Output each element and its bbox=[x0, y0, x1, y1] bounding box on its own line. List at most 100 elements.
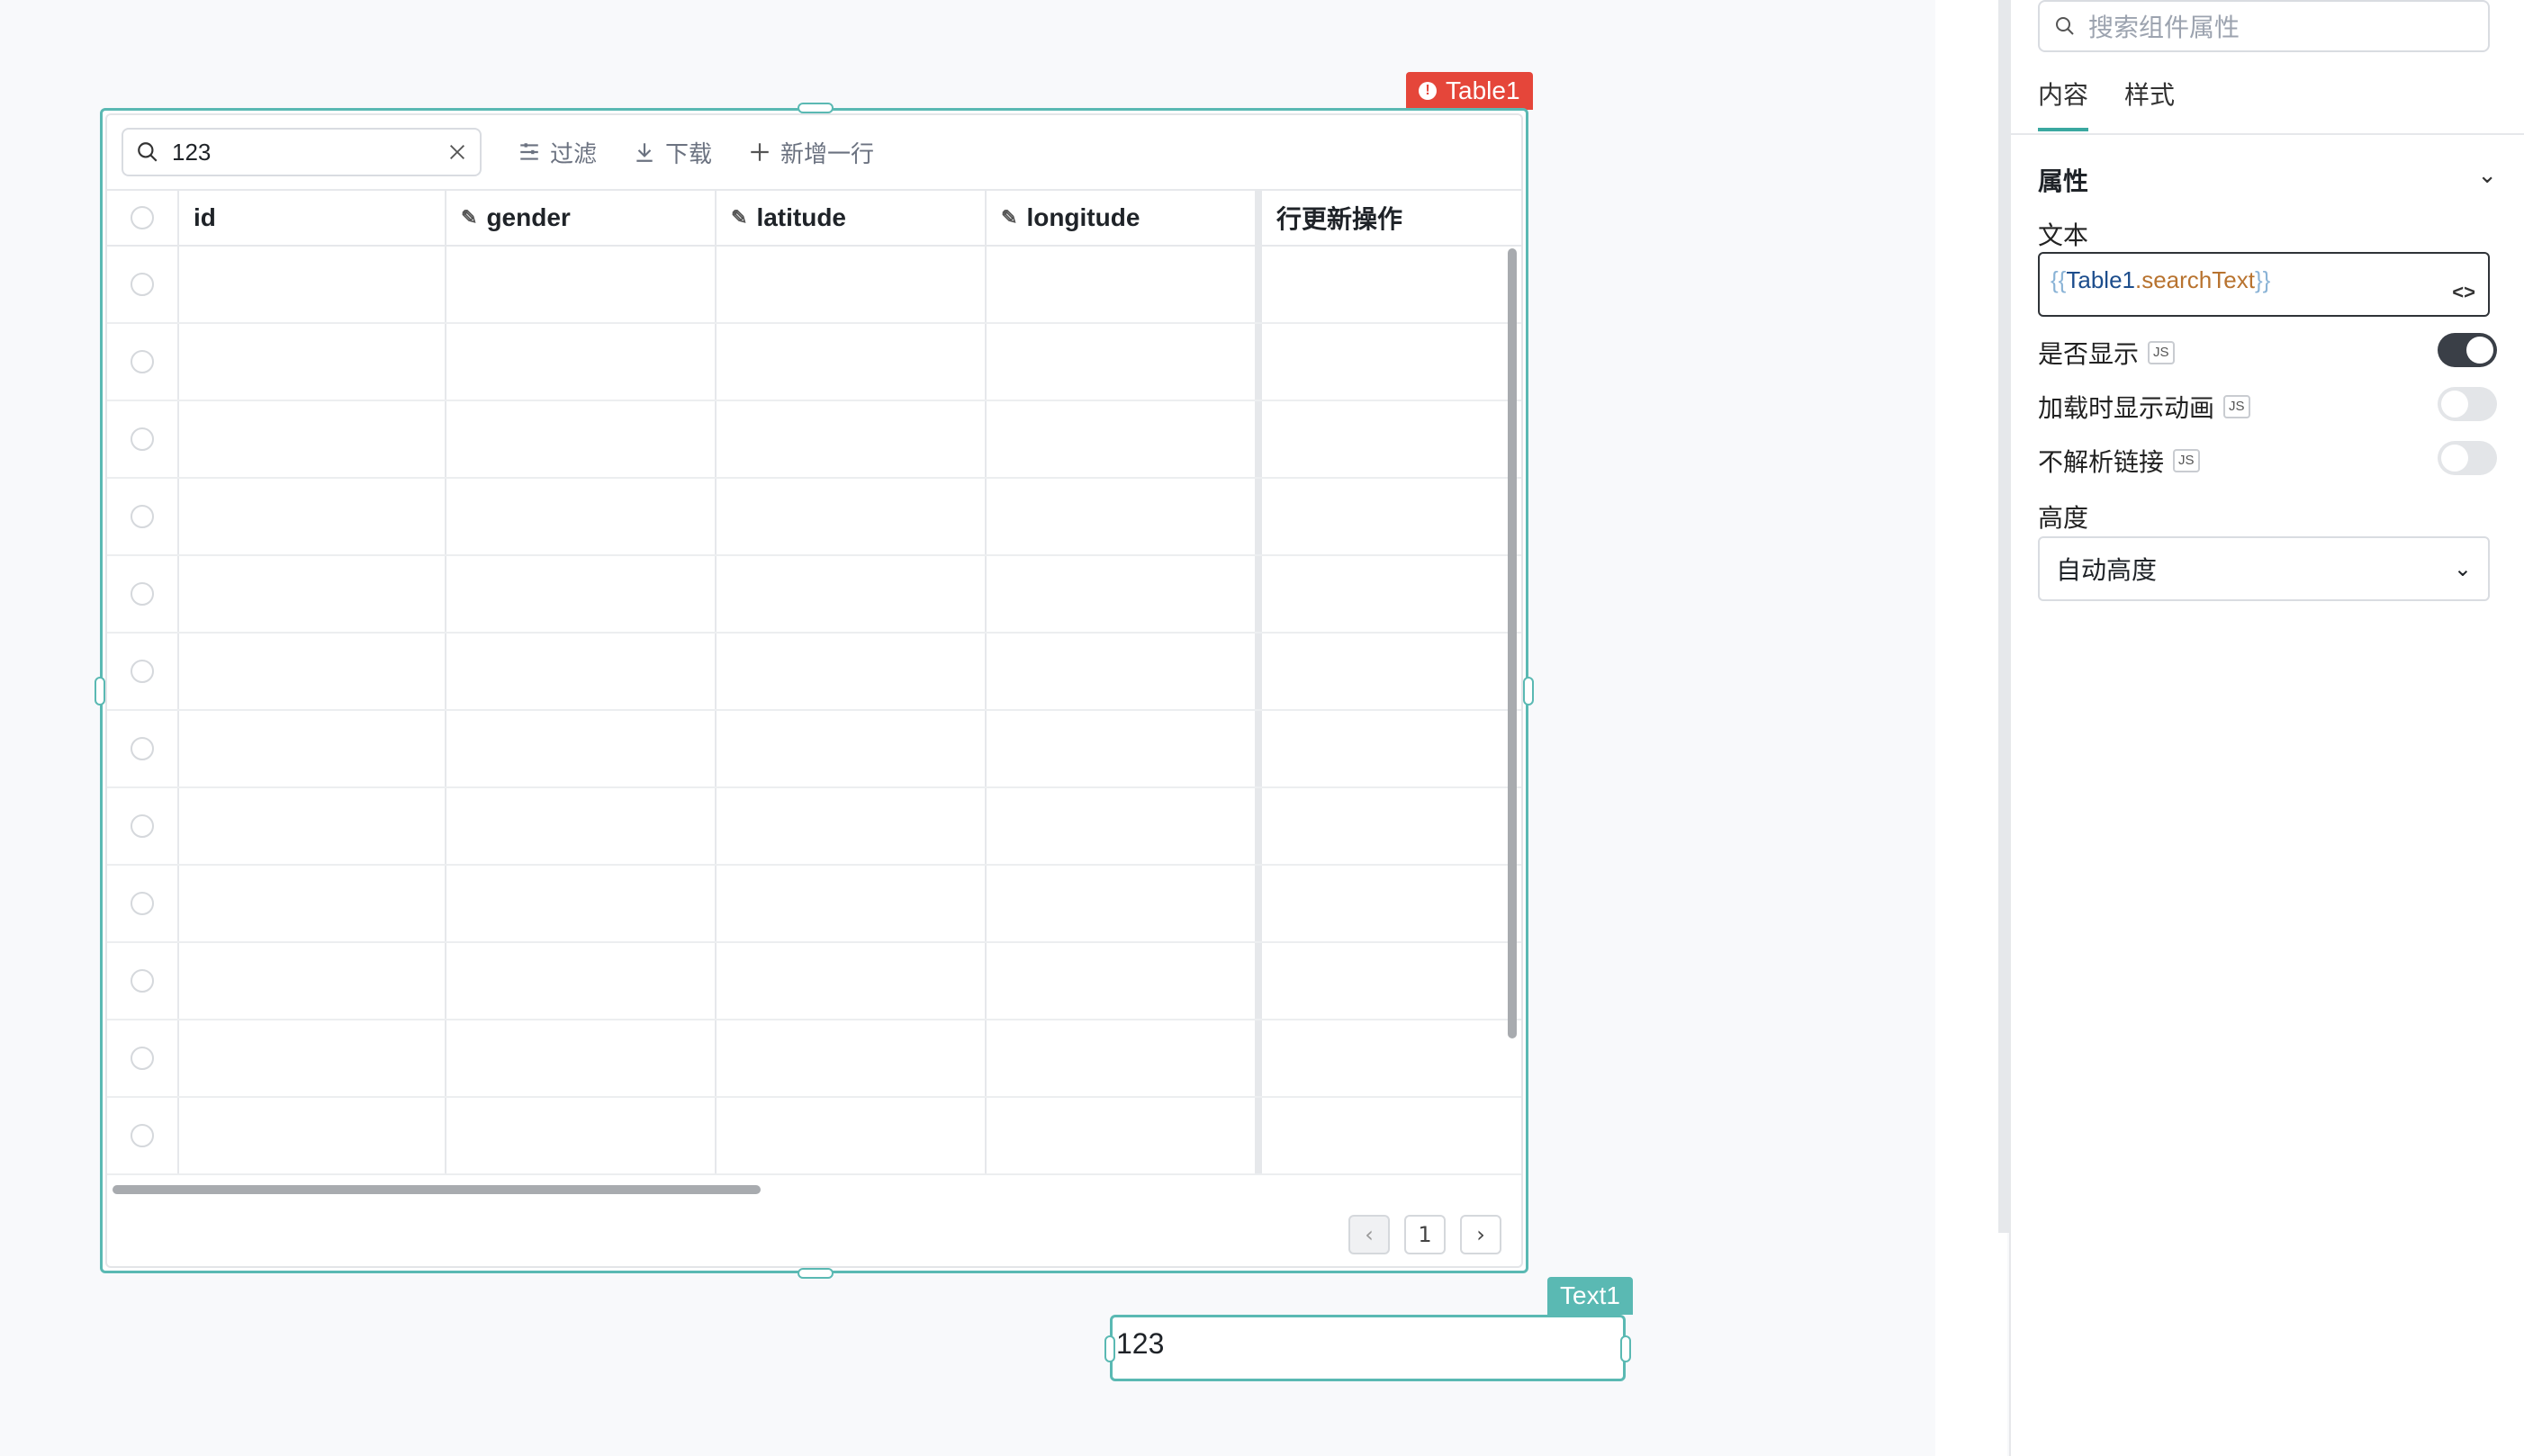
table-cell[interactable] bbox=[987, 1020, 1257, 1096]
row-select[interactable] bbox=[107, 556, 179, 632]
row-checkbox[interactable] bbox=[131, 505, 154, 528]
table-row[interactable] bbox=[107, 247, 1521, 324]
table-cell[interactable] bbox=[179, 1098, 446, 1173]
row-checkbox[interactable] bbox=[131, 660, 154, 683]
table-row[interactable] bbox=[107, 634, 1521, 711]
table-cell[interactable] bbox=[446, 788, 717, 864]
js-badge[interactable]: JS bbox=[2223, 395, 2250, 418]
row-checkbox[interactable] bbox=[131, 273, 154, 296]
table1-tag[interactable]: ! Table1 bbox=[1406, 72, 1533, 110]
row-select[interactable] bbox=[107, 1098, 179, 1173]
column-header-latitude[interactable]: ✎ latitude bbox=[717, 191, 987, 245]
table-row[interactable] bbox=[107, 401, 1521, 479]
table-cell[interactable] bbox=[987, 556, 1257, 632]
table-cell[interactable] bbox=[179, 479, 446, 554]
row-select[interactable] bbox=[107, 943, 179, 1019]
table-cell[interactable] bbox=[717, 1098, 987, 1173]
table-cell[interactable] bbox=[179, 788, 446, 864]
row-select[interactable] bbox=[107, 634, 179, 709]
text1-tag[interactable]: Text1 bbox=[1547, 1277, 1633, 1315]
table-cell[interactable] bbox=[717, 866, 987, 941]
table-cell[interactable] bbox=[717, 401, 987, 477]
vertical-scrollbar[interactable] bbox=[1508, 248, 1517, 1038]
table-cell[interactable] bbox=[1257, 943, 1521, 1019]
table-cell[interactable] bbox=[717, 247, 987, 322]
table-cell[interactable] bbox=[987, 788, 1257, 864]
table-cell[interactable] bbox=[446, 247, 717, 322]
table-cell[interactable] bbox=[179, 324, 446, 400]
table-cell[interactable] bbox=[987, 1098, 1257, 1173]
table-cell[interactable] bbox=[987, 943, 1257, 1019]
table-cell[interactable] bbox=[1257, 401, 1521, 477]
text1-selection-frame[interactable] bbox=[1110, 1315, 1626, 1381]
table-cell[interactable] bbox=[717, 1020, 987, 1096]
table-cell[interactable] bbox=[987, 479, 1257, 554]
table-cell[interactable] bbox=[987, 634, 1257, 709]
filter-button[interactable]: 过滤 bbox=[518, 136, 597, 169]
table-row[interactable] bbox=[107, 1020, 1521, 1098]
table-cell[interactable] bbox=[1257, 866, 1521, 941]
download-button[interactable]: 下载 bbox=[633, 136, 712, 169]
column-header-longitude[interactable]: ✎ longitude bbox=[987, 191, 1257, 245]
resize-handle-right[interactable] bbox=[1523, 677, 1534, 706]
table-row[interactable] bbox=[107, 479, 1521, 556]
resize-handle-right[interactable] bbox=[1620, 1335, 1631, 1362]
select-all-checkbox[interactable] bbox=[131, 206, 154, 229]
table-cell[interactable] bbox=[1257, 479, 1521, 554]
row-select[interactable] bbox=[107, 788, 179, 864]
table-cell[interactable] bbox=[1257, 247, 1521, 322]
table-cell[interactable] bbox=[446, 866, 717, 941]
table-cell[interactable] bbox=[446, 634, 717, 709]
add-row-button[interactable]: 新增一行 bbox=[748, 136, 874, 169]
row-select[interactable] bbox=[107, 711, 179, 786]
section-title-properties[interactable]: 属性 bbox=[2038, 162, 2088, 198]
resize-handle-left[interactable] bbox=[95, 677, 105, 706]
no-parse-links-toggle[interactable] bbox=[2438, 441, 2497, 475]
table-cell[interactable] bbox=[717, 324, 987, 400]
table-row[interactable] bbox=[107, 943, 1521, 1020]
row-select[interactable] bbox=[107, 479, 179, 554]
table-cell[interactable] bbox=[446, 401, 717, 477]
visible-toggle[interactable] bbox=[2438, 333, 2497, 367]
prev-page-button[interactable]: ‹ bbox=[1348, 1215, 1390, 1254]
row-select[interactable] bbox=[107, 324, 179, 400]
table-cell[interactable] bbox=[1257, 634, 1521, 709]
table-cell[interactable] bbox=[717, 634, 987, 709]
table-cell[interactable] bbox=[179, 943, 446, 1019]
table-cell[interactable] bbox=[717, 556, 987, 632]
chevron-down-icon[interactable]: ⌄ bbox=[2477, 162, 2497, 189]
table-cell[interactable] bbox=[717, 479, 987, 554]
js-badge[interactable]: JS bbox=[2173, 449, 2200, 472]
table-cell[interactable] bbox=[717, 711, 987, 786]
column-header-gender[interactable]: ✎ gender bbox=[446, 191, 717, 245]
table-row[interactable] bbox=[107, 324, 1521, 401]
property-search-input[interactable]: 搜索组件属性 bbox=[2038, 0, 2490, 52]
table-cell[interactable] bbox=[1257, 556, 1521, 632]
clear-icon[interactable] bbox=[447, 142, 467, 162]
text-code-input[interactable]: {{Table1.searchText}} <> bbox=[2038, 252, 2490, 317]
row-checkbox[interactable] bbox=[131, 892, 154, 915]
horizontal-scrollbar[interactable] bbox=[113, 1185, 761, 1194]
row-checkbox[interactable] bbox=[131, 350, 154, 373]
table-cell[interactable] bbox=[1257, 1020, 1521, 1096]
row-checkbox[interactable] bbox=[131, 427, 154, 451]
table-cell[interactable] bbox=[987, 711, 1257, 786]
height-select[interactable]: 自动高度 ⌄ bbox=[2038, 536, 2490, 601]
table-cell[interactable] bbox=[446, 1020, 717, 1096]
loading-animation-toggle[interactable] bbox=[2438, 387, 2497, 421]
row-checkbox[interactable] bbox=[131, 814, 154, 838]
table-cell[interactable] bbox=[1257, 324, 1521, 400]
row-select[interactable] bbox=[107, 866, 179, 941]
table-search-input[interactable]: 123 bbox=[122, 128, 482, 176]
table-row[interactable] bbox=[107, 711, 1521, 788]
table-cell[interactable] bbox=[446, 711, 717, 786]
row-checkbox[interactable] bbox=[131, 582, 154, 606]
tab-style[interactable]: 样式 bbox=[2124, 76, 2175, 131]
table-cell[interactable] bbox=[446, 1098, 717, 1173]
table-cell[interactable] bbox=[717, 943, 987, 1019]
column-header-id[interactable]: id bbox=[179, 191, 446, 245]
table-cell[interactable] bbox=[987, 247, 1257, 322]
table-cell[interactable] bbox=[987, 401, 1257, 477]
panel-splitter[interactable] bbox=[1998, 0, 2009, 1233]
next-page-button[interactable]: › bbox=[1460, 1215, 1501, 1254]
